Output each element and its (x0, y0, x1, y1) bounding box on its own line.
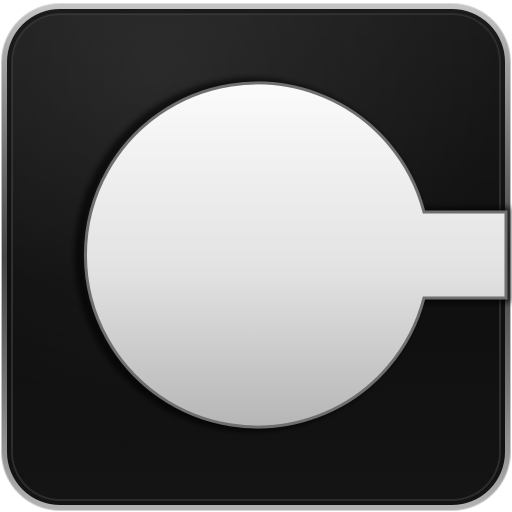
circle-with-slot-logo-icon (1, 3, 511, 511)
app-icon-canvas (0, 0, 512, 512)
